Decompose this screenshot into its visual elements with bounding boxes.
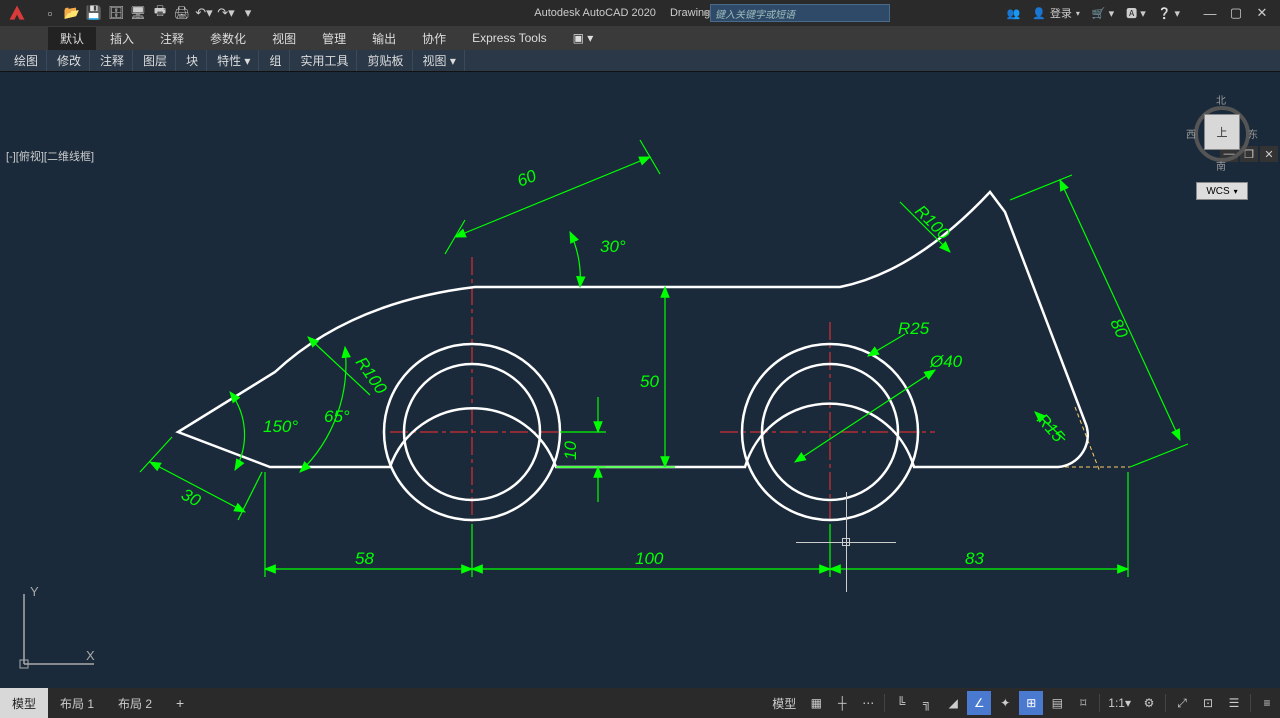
search-placeholder: 键入关键字或短语 bbox=[715, 6, 795, 21]
qat-openweb-icon[interactable]: 🖥 bbox=[128, 3, 148, 23]
status-osnap-icon[interactable]: ∠ bbox=[967, 691, 991, 715]
help-button[interactable]: ❔ ▾ bbox=[1158, 7, 1180, 20]
dim-50: 50 bbox=[640, 372, 659, 391]
dim-r100a: R100 bbox=[352, 353, 391, 398]
tab-collaborate[interactable]: 协作 bbox=[410, 27, 458, 50]
status-isodraft-icon[interactable]: ☰ bbox=[1222, 691, 1246, 715]
search-icon: ▸ bbox=[704, 6, 710, 19]
status-scale[interactable]: 1:1▾ bbox=[1104, 691, 1135, 715]
dim-a150: 150° bbox=[263, 417, 298, 436]
qat-print-icon[interactable]: 🖨 bbox=[172, 3, 192, 23]
qat-open-icon[interactable]: 📂 bbox=[62, 3, 82, 23]
status-iso-icon[interactable]: ◢ bbox=[941, 691, 965, 715]
close-button[interactable]: ✕ bbox=[1252, 3, 1272, 23]
dim-60: 60 bbox=[514, 166, 539, 191]
chevron-down-icon: ▾ bbox=[1076, 9, 1080, 18]
panel-modify[interactable]: 修改 bbox=[49, 50, 90, 71]
dim-10: 10 bbox=[561, 441, 580, 460]
dim-100: 100 bbox=[635, 549, 664, 568]
dim-dia40: Ø40 bbox=[929, 352, 963, 371]
svg-text:X: X bbox=[86, 648, 95, 663]
tab-add[interactable]: + bbox=[164, 688, 196, 718]
ucs-icon: Y X bbox=[16, 584, 106, 674]
status-annoscale-icon[interactable]: ✦ bbox=[993, 691, 1017, 715]
login-label: 登录 bbox=[1050, 5, 1072, 21]
status-more-icon[interactable]: ⋯ bbox=[856, 691, 880, 715]
minimize-button[interactable]: — bbox=[1200, 3, 1220, 23]
tab-express[interactable]: Express Tools bbox=[460, 28, 558, 48]
qat-plot-icon[interactable]: 🖶 bbox=[150, 3, 170, 23]
status-zoom-icon[interactable]: ⤢ bbox=[1170, 691, 1194, 715]
drawing-canvas[interactable]: [-][俯视][二维线框] — ❐ ✕ 上 北 南 西 东 WCS bbox=[0, 72, 1280, 688]
dim-a30: 30° bbox=[600, 237, 626, 256]
tab-layout2[interactable]: 布局 2 bbox=[106, 688, 164, 718]
dim-83: 83 bbox=[965, 549, 984, 568]
panel-view[interactable]: 视图 ▾ bbox=[415, 50, 465, 71]
tab-default[interactable]: 默认 bbox=[48, 27, 96, 50]
status-gear-icon[interactable]: ⚙ bbox=[1137, 691, 1161, 715]
panel-bar: 绘图 修改 注释 图层 块 特性 ▾ 组 实用工具 剪贴板 视图 ▾ bbox=[0, 50, 1280, 72]
drawing-svg: 58 100 83 50 10 60 30° 80 R100 bbox=[0, 72, 1280, 692]
qat-undo-icon[interactable]: ↶▾ bbox=[194, 3, 214, 23]
tab-parametric[interactable]: 参数化 bbox=[198, 27, 258, 50]
status-grid-icon[interactable]: ▦ bbox=[804, 691, 828, 715]
app-logo[interactable] bbox=[0, 0, 34, 26]
panel-group[interactable]: 组 bbox=[261, 50, 290, 71]
dim-58: 58 bbox=[355, 549, 374, 568]
maximize-button[interactable]: ▢ bbox=[1226, 3, 1246, 23]
qat-more-icon[interactable]: ▾ bbox=[238, 3, 258, 23]
tab-manage[interactable]: 管理 bbox=[310, 27, 358, 50]
status-transp-icon[interactable]: ▤ bbox=[1045, 691, 1069, 715]
app-title: Autodesk AutoCAD 2020 bbox=[534, 7, 656, 19]
tab-model[interactable]: 模型 bbox=[0, 688, 48, 718]
status-opts-icon[interactable]: ⊡ bbox=[1196, 691, 1220, 715]
status-bar: 模型 布局 1 布局 2 + 模型 ▦ ┼ ⋯ ╚ ╗ ◢ ∠ ✦ ⊞ ▤ ⌑ … bbox=[0, 688, 1280, 718]
panel-block[interactable]: 块 bbox=[178, 50, 207, 71]
qat-saveas-icon[interactable]: 🗄 bbox=[106, 3, 126, 23]
dim-r100b: R100 bbox=[911, 201, 954, 244]
status-qvlayout-icon[interactable]: ⌑ bbox=[1071, 691, 1095, 715]
panel-clipboard[interactable]: 剪贴板 bbox=[359, 50, 412, 71]
panel-properties[interactable]: 特性 ▾ bbox=[209, 50, 259, 71]
dim-a65: 65° bbox=[324, 407, 350, 426]
svg-text:Y: Y bbox=[30, 584, 39, 599]
dim-r25: R25 bbox=[898, 319, 930, 338]
ribbon-tabs: 默认 插入 注释 参数化 视图 管理 输出 协作 Express Tools ▣… bbox=[0, 26, 1280, 50]
tab-view[interactable]: 视图 bbox=[260, 27, 308, 50]
panel-layer[interactable]: 图层 bbox=[135, 50, 176, 71]
dim-80: 80 bbox=[1106, 316, 1131, 342]
search-input[interactable]: 键入关键字或短语 bbox=[710, 4, 890, 22]
panel-utilities[interactable]: 实用工具 bbox=[292, 50, 357, 71]
login-button[interactable]: 👤 登录 ▾ bbox=[1032, 5, 1080, 21]
panel-annotation[interactable]: 注释 bbox=[92, 50, 133, 71]
panel-draw[interactable]: 绘图 bbox=[6, 50, 47, 71]
status-polar-icon[interactable]: ╗ bbox=[915, 691, 939, 715]
qat-new-icon[interactable]: ▫ bbox=[40, 3, 60, 23]
qat-redo-icon[interactable]: ↷▾ bbox=[216, 3, 236, 23]
tab-output[interactable]: 输出 bbox=[360, 27, 408, 50]
tab-layout1[interactable]: 布局 1 bbox=[48, 688, 106, 718]
status-lw-icon[interactable]: ⊞ bbox=[1019, 691, 1043, 715]
tab-annotate[interactable]: 注释 bbox=[148, 27, 196, 50]
qat-save-icon[interactable]: 💾 bbox=[84, 3, 104, 23]
tab-focus-icon[interactable]: ▣ ▾ bbox=[561, 28, 606, 48]
status-ortho-icon[interactable]: ╚ bbox=[889, 691, 913, 715]
app-store-button[interactable]: 🅰 ▾ bbox=[1126, 5, 1146, 21]
share-button[interactable]: 👥 bbox=[1006, 7, 1020, 20]
tab-insert[interactable]: 插入 bbox=[98, 27, 146, 50]
status-customize-icon[interactable]: ≡ bbox=[1255, 691, 1279, 715]
user-icon: 👤 bbox=[1032, 7, 1046, 20]
exchange-button[interactable]: 🛒 ▾ bbox=[1092, 7, 1114, 20]
status-model[interactable]: 模型 bbox=[766, 691, 802, 715]
status-snap-icon[interactable]: ┼ bbox=[830, 691, 854, 715]
